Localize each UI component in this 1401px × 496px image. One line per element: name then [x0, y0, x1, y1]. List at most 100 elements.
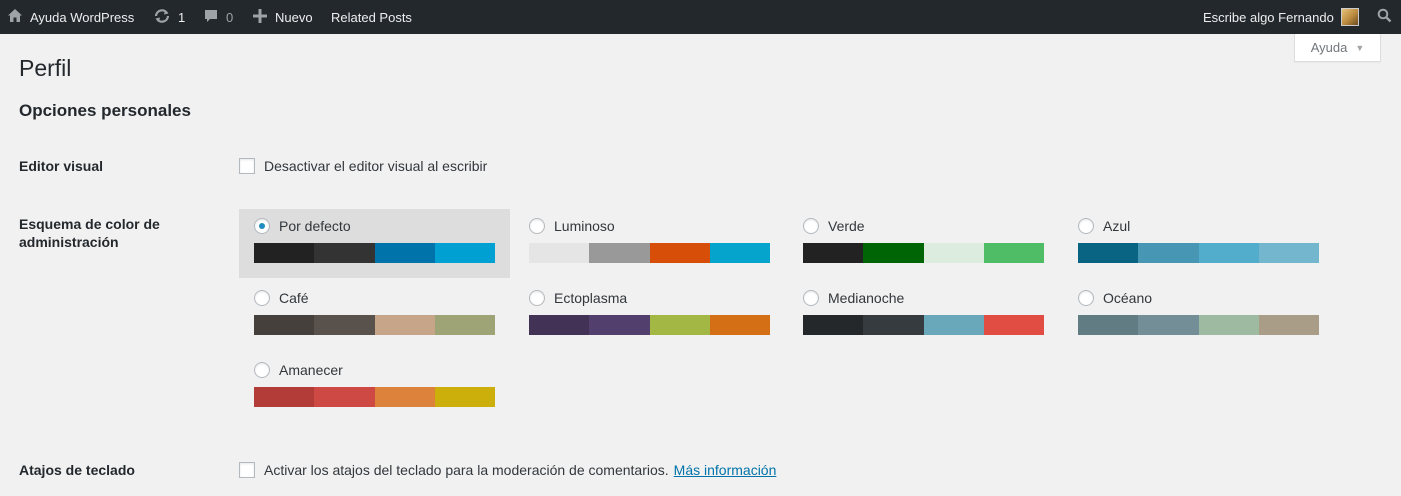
- caret-down-icon: ▼: [1355, 42, 1365, 53]
- admin-bar: Ayuda WordPress 1 0 Nuevo Related Posts …: [0, 0, 1401, 34]
- comments-icon: [203, 8, 219, 27]
- color-palette: [1078, 243, 1319, 263]
- color-scheme-label: Esquema de color de administración: [19, 216, 160, 250]
- color-swatch: [529, 315, 590, 335]
- visual-editor-option[interactable]: Desactivar el editor visual al escribir: [239, 158, 487, 174]
- color-swatch: [374, 387, 435, 407]
- color-swatch: [254, 387, 315, 407]
- color-scheme-option-label[interactable]: Ectoplasma: [529, 290, 627, 306]
- plus-icon: [253, 8, 267, 26]
- color-scheme-radio[interactable]: [1078, 290, 1094, 306]
- help-tab-label: Ayuda: [1310, 40, 1348, 55]
- color-scheme-option[interactable]: Por defecto: [239, 209, 510, 278]
- color-palette: [254, 243, 495, 263]
- color-scheme-option[interactable]: Océano: [1063, 281, 1334, 350]
- color-swatch: [434, 387, 495, 407]
- updates-icon: [153, 8, 171, 27]
- color-swatch: [1138, 315, 1199, 335]
- color-scheme-option-label[interactable]: Luminoso: [529, 218, 615, 234]
- color-scheme-radio[interactable]: [803, 290, 819, 306]
- color-swatch: [314, 387, 375, 407]
- color-scheme-option-label[interactable]: Por defecto: [254, 218, 351, 234]
- color-swatch: [589, 243, 650, 263]
- color-palette: [254, 387, 495, 407]
- comments-count: 0: [226, 9, 234, 25]
- color-scheme-option[interactable]: Verde: [788, 209, 1059, 278]
- site-name: Ayuda WordPress: [30, 9, 135, 25]
- admin-search-button[interactable]: [1377, 0, 1392, 34]
- updates-count: 1: [178, 9, 186, 25]
- color-scheme-option[interactable]: Ectoplasma: [514, 281, 785, 350]
- keyboard-shortcuts-label: Atajos de teclado: [19, 462, 135, 478]
- color-scheme-radio[interactable]: [254, 290, 270, 306]
- color-swatch: [1198, 243, 1259, 263]
- color-scheme-option-label[interactable]: Amanecer: [254, 362, 343, 378]
- updates-menu[interactable]: 1: [153, 0, 185, 34]
- color-scheme-radio[interactable]: [803, 218, 819, 234]
- color-swatch: [863, 315, 924, 335]
- color-scheme-name: Por defecto: [279, 218, 351, 234]
- color-scheme-radio[interactable]: [254, 362, 270, 378]
- color-scheme-name: Café: [279, 290, 309, 306]
- color-swatch: [529, 243, 590, 263]
- color-scheme-name: Medianoche: [828, 290, 905, 306]
- color-swatch: [374, 315, 435, 335]
- color-swatch: [1258, 315, 1319, 335]
- color-swatch: [649, 315, 710, 335]
- keyboard-shortcuts-checkbox[interactable]: [239, 462, 255, 478]
- color-swatch: [803, 315, 864, 335]
- help-tab-button[interactable]: Ayuda ▼: [1294, 34, 1381, 62]
- color-swatch: [1078, 315, 1139, 335]
- color-scheme-name: Océano: [1103, 290, 1153, 306]
- color-scheme-option-label[interactable]: Azul: [1078, 218, 1130, 234]
- color-scheme-name: Amanecer: [279, 362, 343, 378]
- color-swatch: [589, 315, 650, 335]
- color-scheme-option[interactable]: Amanecer: [239, 353, 510, 422]
- color-palette: [803, 243, 1044, 263]
- color-swatch: [709, 315, 770, 335]
- color-scheme-radio[interactable]: [1078, 218, 1094, 234]
- color-swatch: [983, 315, 1044, 335]
- disable-visual-editor-checkbox[interactable]: [239, 158, 255, 174]
- related-posts-menu[interactable]: Related Posts: [331, 0, 412, 34]
- avatar: [1340, 8, 1359, 26]
- color-palette: [529, 315, 770, 335]
- keyboard-shortcuts-option[interactable]: Activar los atajos del teclado para la m…: [239, 462, 776, 478]
- user-greeting: Escribe algo Fernando: [1203, 9, 1334, 25]
- site-menu[interactable]: Ayuda WordPress: [7, 0, 134, 34]
- color-scheme-option[interactable]: Azul: [1063, 209, 1334, 278]
- color-swatch: [314, 315, 375, 335]
- home-icon: [7, 8, 23, 26]
- color-scheme-option-label[interactable]: Medianoche: [803, 290, 904, 306]
- color-scheme-option-label[interactable]: Verde: [803, 218, 865, 234]
- color-scheme-name: Verde: [828, 218, 865, 234]
- color-swatch: [983, 243, 1044, 263]
- color-scheme-option[interactable]: Café: [239, 281, 510, 350]
- more-info-link[interactable]: Más información: [674, 462, 777, 478]
- color-scheme-radio[interactable]: [529, 218, 545, 234]
- new-label: Nuevo: [275, 9, 313, 25]
- color-swatch: [434, 315, 495, 335]
- comments-menu[interactable]: 0: [203, 0, 233, 34]
- color-scheme-option-label[interactable]: Océano: [1078, 290, 1152, 306]
- color-swatch: [314, 243, 375, 263]
- color-swatch: [1078, 243, 1139, 263]
- my-account-menu[interactable]: Escribe algo Fernando: [1203, 0, 1359, 34]
- color-swatch: [1138, 243, 1199, 263]
- page-title: Perfil: [19, 55, 72, 81]
- color-swatch: [254, 243, 315, 263]
- color-scheme-radio[interactable]: [254, 218, 270, 234]
- related-posts-label: Related Posts: [331, 9, 412, 25]
- color-scheme-radio[interactable]: [529, 290, 545, 306]
- color-palette: [529, 243, 770, 263]
- color-scheme-option-label[interactable]: Café: [254, 290, 309, 306]
- color-scheme-option[interactable]: Luminoso: [514, 209, 785, 278]
- color-swatch: [254, 315, 315, 335]
- color-swatch: [863, 243, 924, 263]
- color-scheme-option[interactable]: Medianoche: [788, 281, 1059, 350]
- keyboard-shortcuts-checkbox-label: Activar los atajos del teclado para la m…: [264, 462, 669, 478]
- new-content-menu[interactable]: Nuevo: [253, 0, 313, 34]
- color-swatch: [434, 243, 495, 263]
- color-swatch: [709, 243, 770, 263]
- color-scheme-name: Luminoso: [554, 218, 615, 234]
